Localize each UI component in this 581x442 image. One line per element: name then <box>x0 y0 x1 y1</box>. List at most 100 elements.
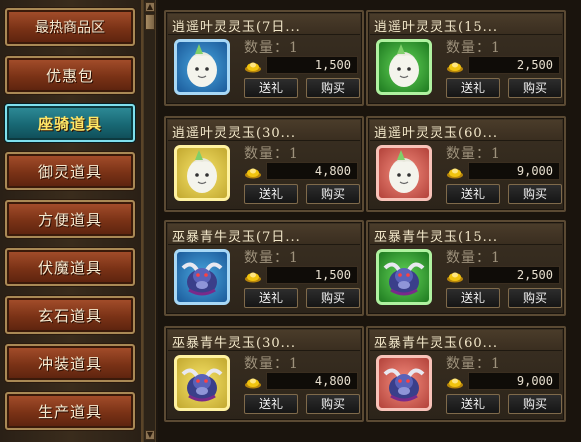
item-title: 巫暴青牛灵玉(60... <box>374 336 499 350</box>
item-quantity: 数量：1 <box>446 143 501 163</box>
quantity-value: 1 <box>491 250 501 266</box>
spirit-jade-blue-icon[interactable] <box>174 39 230 95</box>
category-hot-items[interactable]: 最热商品区 <box>5 8 135 46</box>
scroll-thumb[interactable] <box>145 14 155 30</box>
item-price: 9,000 <box>468 162 560 180</box>
item-title: 逍遥叶灵灵玉(30... <box>172 126 297 140</box>
gold-ingot-icon <box>244 268 262 283</box>
quantity-label: 数量： <box>446 356 491 372</box>
quantity-value: 1 <box>289 356 299 372</box>
gold-ingot-icon <box>446 164 464 179</box>
item-quantity: 数量：1 <box>244 37 299 57</box>
gift-button[interactable]: 送礼 <box>244 78 298 98</box>
quantity-value: 1 <box>491 146 501 162</box>
category-stone-items[interactable]: 玄石道具 <box>5 296 135 334</box>
quantity-label: 数量： <box>446 250 491 266</box>
item-card: 逍遥叶灵灵玉(15... 数量：1 2,500 送礼 购买 <box>366 10 566 106</box>
item-price: 4,800 <box>266 372 358 390</box>
scroll-up-arrow-icon[interactable]: ▲ <box>145 2 155 12</box>
scrollbar[interactable]: ▲ ▼ <box>143 0 156 442</box>
item-price: 9,000 <box>468 372 560 390</box>
category-convenience-items[interactable]: 方便道具 <box>5 200 135 238</box>
category-production-items[interactable]: 生产道具 <box>5 392 135 430</box>
item-title: 巫暴青牛灵玉(15... <box>374 230 499 244</box>
item-card: 巫暴青牛灵玉(60... 数量：1 9,000 送礼 购买 <box>366 326 566 422</box>
gold-ingot-icon <box>244 164 262 179</box>
item-quantity: 数量：1 <box>446 37 501 57</box>
quantity-value: 1 <box>491 356 501 372</box>
item-quantity: 数量：1 <box>244 247 299 267</box>
category-label: 最热商品区 <box>35 20 105 36</box>
item-grid: 逍遥叶灵灵玉(7日... 数量：1 1,500 送礼 购买 逍遥叶灵灵玉(15... 数量：… <box>158 0 581 442</box>
buy-button[interactable]: 购买 <box>508 184 562 204</box>
buy-button[interactable]: 购买 <box>508 394 562 414</box>
gift-button[interactable]: 送礼 <box>446 184 500 204</box>
item-title: 逍遥叶灵灵玉(7日... <box>172 20 301 34</box>
category-label: 御灵道具 <box>37 162 102 181</box>
spirit-jade-green-icon[interactable] <box>376 39 432 95</box>
buy-button[interactable]: 购买 <box>508 78 562 98</box>
item-title: 逍遥叶灵灵玉(60... <box>374 126 499 140</box>
gift-button[interactable]: 送礼 <box>244 184 298 204</box>
gift-button[interactable]: 送礼 <box>244 394 298 414</box>
item-price: 1,500 <box>266 266 358 284</box>
item-price: 4,800 <box>266 162 358 180</box>
item-card: 逍遥叶灵灵玉(60... 数量：1 9,000 送礼 购买 <box>366 116 566 212</box>
gold-ingot-icon <box>244 58 262 73</box>
gold-ingot-icon <box>446 268 464 283</box>
item-title: 巫暴青牛灵玉(7日... <box>172 230 301 244</box>
quantity-label: 数量： <box>446 146 491 162</box>
gold-ingot-icon <box>446 374 464 389</box>
quantity-label: 数量： <box>244 40 289 56</box>
ox-jade-pink-icon[interactable] <box>376 355 432 411</box>
gift-button[interactable]: 送礼 <box>446 78 500 98</box>
spirit-jade-pink-icon[interactable] <box>376 145 432 201</box>
gift-button[interactable]: 送礼 <box>446 288 500 308</box>
quantity-label: 数量： <box>244 250 289 266</box>
category-sidebar: 最热商品区 优惠包 座骑道具 御灵道具 方便道具 伏魔道具 玄石道具 冲装道具 … <box>0 0 143 442</box>
category-mount-items[interactable]: 座骑道具 <box>5 104 135 142</box>
quantity-label: 数量： <box>244 146 289 162</box>
item-card: 逍遥叶灵灵玉(7日... 数量：1 1,500 送礼 购买 <box>164 10 364 106</box>
item-card: 逍遥叶灵灵玉(30... 数量：1 4,800 送礼 购买 <box>164 116 364 212</box>
category-label: 方便道具 <box>37 210 102 229</box>
quantity-value: 1 <box>491 40 501 56</box>
item-title: 巫暴青牛灵玉(30... <box>172 336 297 350</box>
category-label: 冲装道具 <box>37 354 102 373</box>
ox-jade-green-icon[interactable] <box>376 249 432 305</box>
item-quantity: 数量：1 <box>446 353 501 373</box>
category-label: 座骑道具 <box>37 114 102 133</box>
buy-button[interactable]: 购买 <box>508 288 562 308</box>
ox-jade-yellow-icon[interactable] <box>174 355 230 411</box>
gold-ingot-icon <box>244 374 262 389</box>
item-price: 1,500 <box>266 56 358 74</box>
category-label: 生产道具 <box>37 402 102 421</box>
buy-button[interactable]: 购买 <box>306 394 360 414</box>
quantity-label: 数量： <box>446 40 491 56</box>
category-label: 优惠包 <box>45 66 94 85</box>
item-quantity: 数量：1 <box>244 143 299 163</box>
quantity-value: 1 <box>289 40 299 56</box>
category-upgrade-items[interactable]: 冲装道具 <box>5 344 135 382</box>
item-card: 巫暴青牛灵玉(7日... 数量：1 1,500 送礼 购买 <box>164 220 364 316</box>
item-price: 2,500 <box>468 266 560 284</box>
buy-button[interactable]: 购买 <box>306 288 360 308</box>
buy-button[interactable]: 购买 <box>306 184 360 204</box>
category-label: 伏魔道具 <box>37 258 102 277</box>
gift-button[interactable]: 送礼 <box>446 394 500 414</box>
category-spirit-items[interactable]: 御灵道具 <box>5 152 135 190</box>
spirit-jade-yellow-icon[interactable] <box>174 145 230 201</box>
item-quantity: 数量：1 <box>446 247 501 267</box>
quantity-value: 1 <box>289 146 299 162</box>
buy-button[interactable]: 购买 <box>306 78 360 98</box>
category-discount-pack[interactable]: 优惠包 <box>5 56 135 94</box>
ox-jade-blue-icon[interactable] <box>174 249 230 305</box>
scroll-down-arrow-icon[interactable]: ▼ <box>145 430 155 440</box>
category-label: 玄石道具 <box>37 306 102 325</box>
item-card: 巫暴青牛灵玉(15... 数量：1 2,500 送礼 购买 <box>366 220 566 316</box>
gift-button[interactable]: 送礼 <box>244 288 298 308</box>
category-demon-items[interactable]: 伏魔道具 <box>5 248 135 286</box>
item-title: 逍遥叶灵灵玉(15... <box>374 20 499 34</box>
gold-ingot-icon <box>446 58 464 73</box>
quantity-label: 数量： <box>244 356 289 372</box>
